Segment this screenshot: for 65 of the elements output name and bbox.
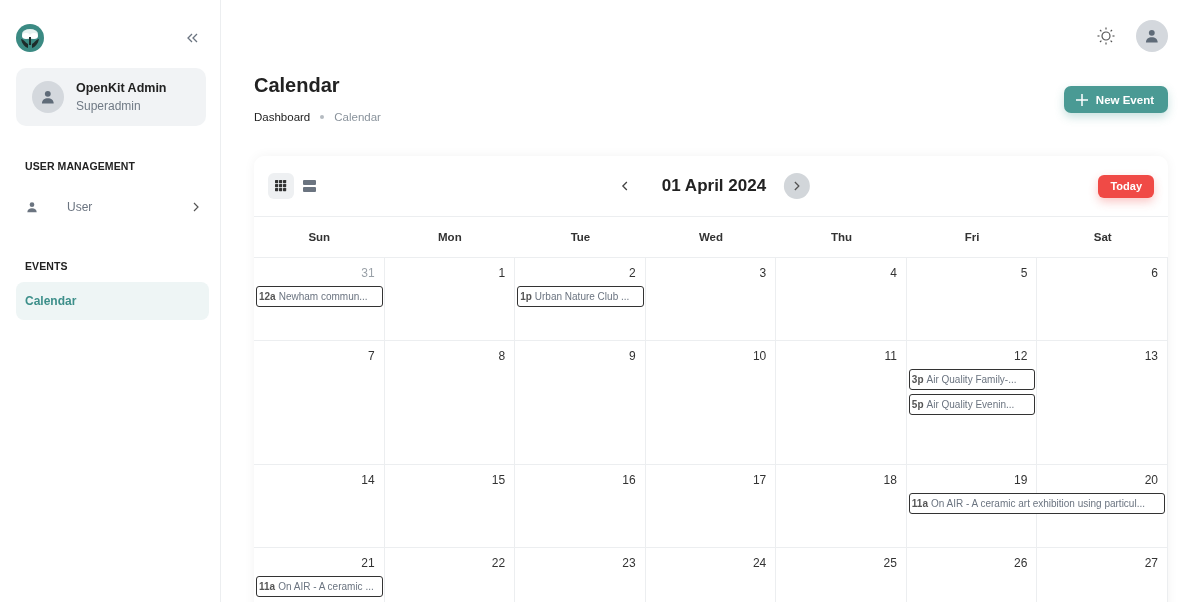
logo-icon (16, 24, 44, 52)
person-icon (25, 200, 39, 214)
day-number: 19 (1014, 473, 1028, 489)
nav-item[interactable]: Calendar (16, 282, 209, 320)
day-number: 7 (367, 349, 375, 365)
day-number: 17 (752, 473, 767, 489)
day-number: 3 (759, 266, 767, 282)
day-number: 16 (622, 473, 636, 489)
day-number: 22 (491, 556, 506, 572)
avatar-icon (1136, 20, 1168, 52)
weekday-header: Thu (831, 231, 853, 243)
day-number: 12 (1014, 349, 1028, 365)
day-number: 5 (1020, 266, 1028, 282)
weekday-header: Tue (570, 231, 591, 243)
weekday-header: Sun (308, 231, 331, 243)
day-number: 18 (883, 473, 897, 489)
grid-icon (275, 180, 287, 192)
day-number: 31 (361, 266, 375, 282)
today-button[interactable]: Today (1098, 174, 1154, 198)
collapse-icon[interactable] (186, 32, 199, 44)
month-title: 01 April 2024 (661, 176, 767, 196)
day-number: 2 (629, 266, 636, 282)
next-button[interactable] (784, 173, 811, 199)
month-view-button[interactable] (268, 173, 294, 199)
chevron-right-icon (794, 181, 801, 191)
day-number: 4 (890, 266, 897, 282)
rows-icon (302, 180, 316, 192)
day-number: 11 (884, 349, 897, 365)
day-number: 6 (1151, 266, 1158, 282)
weekday-header: Sat (1093, 231, 1112, 243)
day-number: 15 (491, 473, 506, 489)
section-heading: USER MANAGEMENT (25, 160, 135, 172)
weekday-header: Mon (438, 231, 462, 243)
event-chip[interactable]: 11a On AIR - A ceramic ... (256, 576, 383, 597)
day-number: 26 (1014, 556, 1028, 572)
user-name: OpenKit Admin (76, 81, 167, 95)
day-number: 13 (1144, 349, 1158, 365)
day-number: 21 (361, 556, 375, 572)
avatar-icon (32, 81, 64, 113)
weekday-header: Fri (964, 231, 980, 243)
event-chip[interactable]: 3p Air Quality Family-... (908, 369, 1036, 390)
day-number: 20 (1144, 473, 1158, 489)
day-number: 27 (1144, 556, 1158, 572)
section-heading: EVENTS (25, 260, 68, 272)
day-number: 10 (752, 349, 767, 365)
day-number: 25 (883, 556, 897, 572)
breadcrumb[interactable]: Dashboard (254, 111, 311, 123)
day-number: 14 (361, 473, 375, 489)
event-chip[interactable]: 1p Urban Nature Club ... (517, 286, 644, 307)
user-role: Superadmin (76, 99, 142, 113)
day-number: 23 (622, 556, 636, 572)
day-number: 1 (498, 266, 506, 282)
event-chip[interactable]: 11a On AIR - A ceramic art exhibition using particul... (908, 493, 1165, 514)
sun-icon[interactable] (1096, 26, 1116, 46)
event-chip[interactable]: 12a Newham commun... (256, 286, 383, 307)
event-chip[interactable]: 5p Air Quality Evenin... (908, 394, 1036, 415)
nav-item[interactable]: User (16, 188, 209, 226)
day-number: 24 (752, 556, 767, 572)
day-number: 8 (498, 349, 506, 365)
day-number: 9 (629, 349, 636, 365)
weekday-header: Wed (698, 231, 724, 243)
page-title: Calendar (254, 74, 341, 97)
breadcrumb: Calendar (334, 111, 381, 123)
chevron-left-icon (621, 181, 628, 191)
plus-icon (1075, 93, 1088, 106)
